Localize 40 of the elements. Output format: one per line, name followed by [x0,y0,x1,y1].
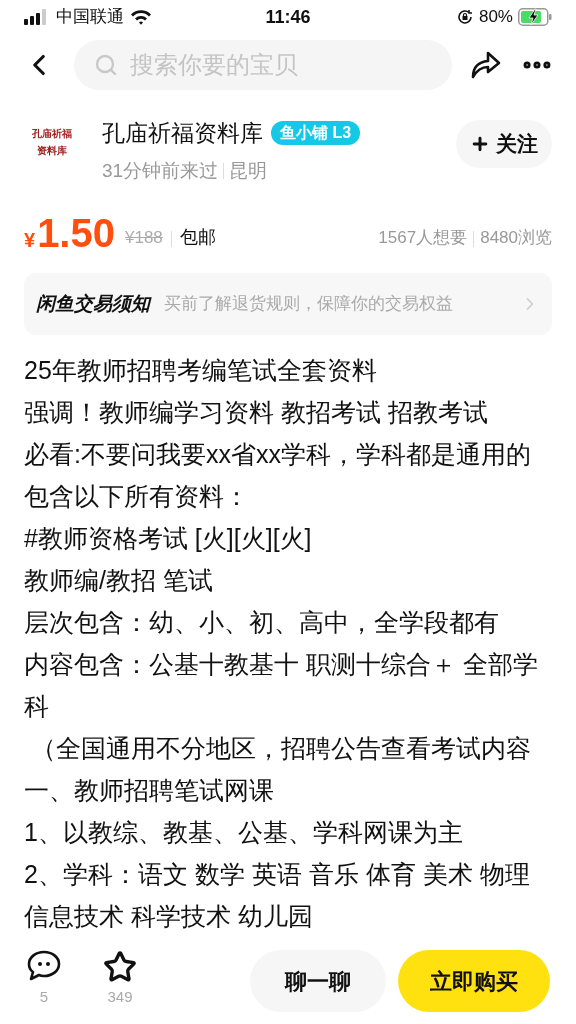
description-line: （全国通用不分地区，招聘公告查看考试内容 [29,733,532,764]
description-line: 内容包含：公基十教基十 职测十综合＋ 全部学科 [24,649,539,722]
shop-avatar[interactable]: 孔庙祈福 资料库 [24,114,80,170]
plus-icon [470,134,490,154]
description-line: 层次包含：幼、小、初、高中，全学段都有 [24,607,500,638]
shop-level-badge: 鱼小铺 L3 [271,121,361,146]
wants-count: 1567人想要 [378,226,468,249]
price-text: ¥1.50 [24,211,115,255]
buy-button[interactable]: 立即购买 [398,950,550,1012]
description-line: 25年教师招聘考编笔试全套资料 [24,355,378,386]
favorite-count: 349 [107,987,133,1007]
views-count: 8480浏览 [480,226,552,249]
description-line: 一、教师招聘笔试网课 [24,775,275,806]
description-line: #教师资格考试 [火][火][火] [24,523,313,554]
search-icon [94,53,118,77]
clock-time: 11:46 [265,5,311,29]
description-line: 包含以下所有资料： [24,481,250,512]
comment-count: 5 [39,987,49,1007]
comment-icon[interactable] [27,950,61,982]
description-line: 强调！教师编学习资料 教招考试 招教考试 [24,397,489,428]
carrier-name: 中国联通 [56,6,124,29]
battery-percent: 80% [478,6,513,29]
shipping-text: 包邮 [179,226,216,249]
shop-name[interactable]: 孔庙祈福资料库 [102,116,263,151]
city-text: 昆明 [229,158,268,183]
wifi-icon [130,9,152,25]
rotation-lock-icon [455,8,474,26]
description-line: 1、以教综、教基、公基、学科网课为主 [24,817,464,848]
chat-button[interactable]: 聊一聊 [250,950,386,1012]
last-seen-text: 31分钟前来过 [102,158,219,183]
description-line: 教师编/教招 笔试 [24,565,214,596]
share-icon[interactable] [470,50,502,80]
favorite-icon[interactable] [103,950,137,984]
notice-text: 买前了解退货规则，保障你的交易权益 [164,293,454,316]
description-line: 2、学科：语文 数学 英语 音乐 体育 美术 物理信息技术 科学技术 幼儿园 [24,859,531,932]
notice-title: 闲鱼交易须知 [36,291,150,316]
trade-notice-banner[interactable]: 闲鱼交易须知 买前了解退货规则，保障你的交易权益 [24,273,552,335]
description-line: 必看:不要问我要xx省xx学科，学科都是通用的 [24,439,532,470]
original-price: ¥188 [125,226,163,249]
follow-button[interactable]: 关注 [456,120,552,168]
